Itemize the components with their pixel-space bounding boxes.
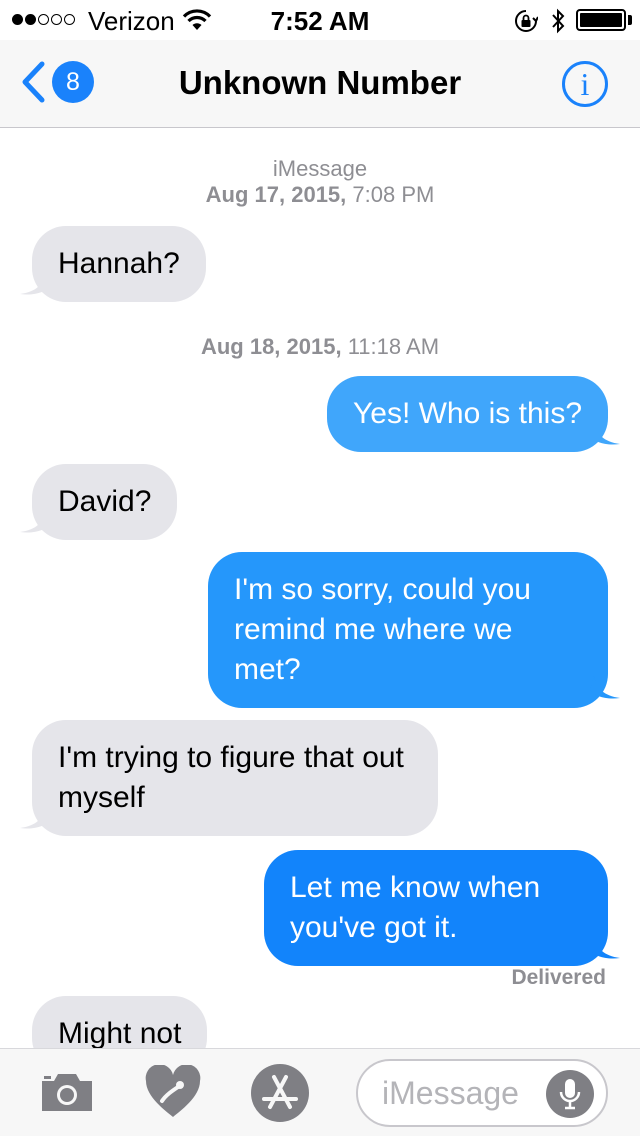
camera-icon[interactable]: [38, 1071, 96, 1118]
bubble-tail: [590, 936, 620, 959]
service-label: iMessage: [272, 156, 368, 181]
status-time: 7:52 AM: [270, 6, 370, 36]
message-bubble-incoming[interactable]: Hannah?: [32, 226, 206, 302]
conversation-title: Unknown Number: [178, 64, 462, 101]
bubble-tail: [20, 806, 50, 829]
input-bar: [0, 1048, 640, 1136]
message-bubble-incoming[interactable]: I'm trying to figure that out myself: [32, 720, 438, 836]
nav-bar: 8 Unknown Number i: [0, 40, 640, 128]
bluetooth-icon: [550, 8, 566, 39]
digital-touch-icon[interactable]: [144, 1064, 202, 1124]
timestamp: Aug 18, 2015, 11:18 AM: [200, 334, 440, 359]
message-bubble-outgoing[interactable]: I'm so sorry, could you remind me where …: [208, 552, 608, 708]
orientation-lock-icon: [514, 9, 539, 38]
message-input[interactable]: [382, 1075, 532, 1112]
message-field[interactable]: [356, 1059, 608, 1127]
battery-level: [580, 13, 622, 27]
bubble-tail: [20, 272, 50, 295]
message-bubble-incoming[interactable]: David?: [32, 464, 178, 540]
bubble-tail: [20, 510, 50, 533]
bubble-tail: [590, 422, 620, 445]
microphone-icon: [559, 1079, 581, 1110]
battery-icon: [576, 9, 626, 31]
timestamp: Aug 17, 2015, 7:08 PM: [205, 182, 435, 207]
delivery-status: Delivered: [511, 966, 606, 989]
bubble-tail: [590, 676, 620, 699]
message-bubble-outgoing[interactable]: Yes! Who is this?: [327, 376, 608, 452]
status-bar: Verizon 7:52 AM: [0, 0, 640, 40]
info-button[interactable]: i: [562, 61, 608, 107]
app-store-icon[interactable]: [250, 1063, 310, 1128]
message-bubble-outgoing[interactable]: Let me know when you've got it.: [264, 850, 608, 966]
microphone-button[interactable]: [546, 1070, 594, 1118]
